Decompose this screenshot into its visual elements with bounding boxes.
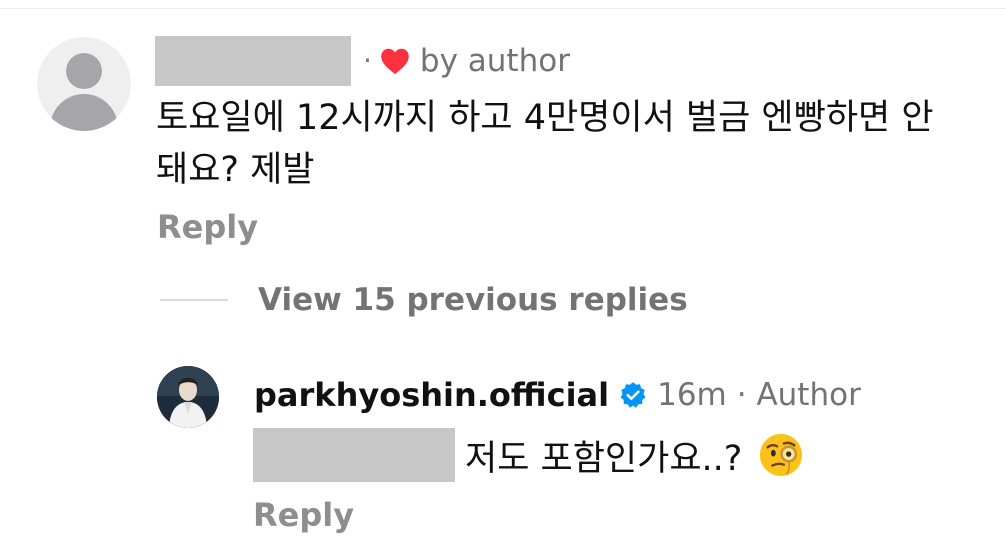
reply-to-reply-button[interactable]: Reply xyxy=(253,496,354,534)
author-avatar[interactable] xyxy=(157,366,219,428)
reply-body: 저도 포함인가요..? xyxy=(253,428,804,482)
redacted-username xyxy=(155,36,351,86)
redacted-mention xyxy=(253,428,455,482)
commenter-avatar[interactable] xyxy=(37,37,131,131)
reply-meta: parkhyoshin.official 16m · Author xyxy=(254,372,861,418)
comment-text: 토요일에 12시까지 하고 4만명이서 벌금 엔빵하면 안돼요? 제발 xyxy=(156,98,934,190)
default-avatar-icon xyxy=(66,53,102,89)
meta-separator: · xyxy=(363,44,372,77)
reply-timestamp: 16m xyxy=(657,377,727,413)
top-divider xyxy=(0,8,1006,9)
thread-line xyxy=(160,299,228,301)
comment-meta: · by author xyxy=(155,36,570,86)
author-label: · Author xyxy=(736,377,861,413)
heart-icon xyxy=(381,48,409,75)
reply-text: 저도 포함인가요..? xyxy=(465,438,743,479)
liked-by-author-label: by author xyxy=(419,43,570,79)
view-previous-replies-button[interactable]: View 15 previous replies xyxy=(160,278,688,322)
reply-username[interactable]: parkhyoshin.official xyxy=(254,376,609,414)
author-photo xyxy=(157,366,219,428)
face-with-monocle-icon xyxy=(760,433,803,477)
reply-button[interactable]: Reply xyxy=(157,208,258,246)
verified-badge-icon xyxy=(620,382,646,408)
view-replies-label: View 15 previous replies xyxy=(258,282,688,318)
